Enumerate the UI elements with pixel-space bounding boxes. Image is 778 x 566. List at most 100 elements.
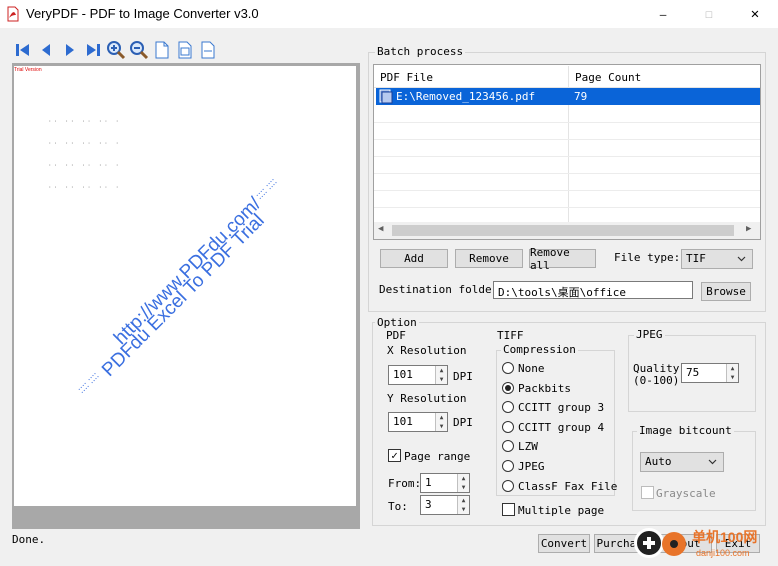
x-resolution-value: 101 — [393, 368, 413, 381]
watermark-dots: :::: :::: — [76, 370, 102, 396]
destination-folder-input[interactable]: D:\tools\桌面\office — [493, 281, 693, 299]
zoom-in-button[interactable] — [105, 39, 127, 61]
spin-down-icon[interactable]: ▼ — [436, 375, 447, 384]
batch-process-label: Batch process — [375, 45, 466, 58]
prev-page-icon — [42, 44, 50, 56]
fit-page-icon — [178, 41, 192, 59]
spin-down-icon[interactable]: ▼ — [436, 422, 447, 431]
maximize-button[interactable]: ☐ — [686, 0, 732, 28]
file-type-select[interactable]: TIF — [681, 249, 753, 269]
to-page-value: 3 — [425, 498, 432, 511]
y-dpi-label: DPI — [453, 416, 473, 429]
radio-button[interactable] — [502, 421, 514, 433]
site-logo-url: danji100.com — [696, 548, 750, 558]
spin-down-icon[interactable]: ▼ — [458, 483, 469, 492]
pdf-file-icon — [379, 89, 393, 104]
fit-page-button[interactable] — [174, 39, 196, 61]
zoom-out-icon — [130, 41, 149, 60]
scroll-left-icon[interactable]: ◀ — [378, 224, 383, 234]
maximize-icon: ☐ — [705, 6, 713, 22]
radio-jpeg[interactable]: JPEG — [502, 460, 545, 475]
spin-down-icon[interactable]: ▼ — [458, 505, 469, 514]
horizontal-scrollbar[interactable]: ◀ ▶ — [374, 222, 760, 239]
minimize-button[interactable]: — — [640, 0, 686, 28]
radio-ccitt-group4[interactable]: CCITT group 4 — [502, 421, 604, 436]
next-page-icon — [66, 44, 74, 56]
table-row[interactable]: E:\Removed_123456.pdf 79 — [376, 88, 760, 105]
prev-page-button[interactable] — [35, 39, 57, 61]
close-button[interactable]: ✕ — [732, 0, 778, 28]
remove-button[interactable]: Remove — [455, 249, 523, 268]
multiple-page-checkbox[interactable] — [502, 503, 515, 516]
watermark-dots: :::: :::: — [254, 176, 280, 202]
row-page-count: 79 — [574, 90, 588, 103]
actual-size-button[interactable] — [151, 39, 173, 61]
to-page-input[interactable]: 3 ▲ ▼ — [420, 495, 470, 515]
y-resolution-value: 101 — [393, 415, 413, 428]
jpeg-section-label: JPEG — [634, 328, 665, 341]
file-type-value: TIF — [686, 252, 706, 265]
radio-button[interactable] — [502, 480, 514, 492]
spin-up-icon[interactable]: ▲ — [436, 413, 447, 422]
x-resolution-label: X Resolution — [387, 344, 467, 357]
row-file-name: E:\Removed_123456.pdf — [396, 90, 536, 103]
tiff-section-label: TIFF — [497, 329, 524, 342]
spin-up-icon[interactable]: ▲ — [727, 364, 738, 373]
x-dpi-label: DPI — [453, 370, 473, 383]
site-logo-text: 单机100网 — [692, 529, 758, 545]
spin-up-icon[interactable]: ▲ — [458, 496, 469, 505]
preview-text-line: ·· ·· ·· ·· · — [48, 118, 121, 125]
row-gridline — [374, 122, 760, 123]
add-button[interactable]: Add — [380, 249, 448, 268]
radio-button[interactable] — [502, 362, 514, 374]
fit-width-button[interactable] — [197, 39, 219, 61]
x-resolution-input[interactable]: 101 ▲ ▼ — [388, 365, 448, 385]
row-gridline — [374, 156, 760, 157]
radio-classf-fax[interactable]: ClassF Fax File — [502, 480, 617, 495]
radio-button[interactable] — [502, 440, 514, 452]
watermark-url: http://www.PDFdu.com/ — [110, 193, 266, 349]
scroll-right-icon[interactable]: ▶ — [746, 224, 751, 234]
last-page-button[interactable] — [82, 39, 104, 61]
spin-down-icon[interactable]: ▼ — [727, 373, 738, 382]
remove-all-button[interactable]: Remove all — [529, 246, 596, 272]
column-header-pdf-file[interactable]: PDF File — [374, 66, 568, 88]
radio-button-selected[interactable] — [502, 382, 514, 394]
status-text: Done. — [12, 533, 46, 546]
row-gridline — [374, 207, 760, 208]
from-label: From: — [388, 477, 422, 490]
browse-button[interactable]: Browse — [701, 282, 751, 301]
zoom-out-button[interactable] — [128, 39, 150, 61]
first-page-button[interactable] — [12, 39, 34, 61]
radio-packbits[interactable]: Packbits — [502, 382, 571, 397]
column-gridline — [568, 88, 569, 222]
radio-none[interactable]: None — [502, 362, 545, 377]
radio-button[interactable] — [502, 401, 514, 413]
column-header-page-count[interactable]: Page Count — [568, 66, 760, 88]
y-resolution-spinner[interactable]: ▲ ▼ — [435, 413, 447, 431]
x-resolution-spinner[interactable]: ▲ ▼ — [435, 366, 447, 384]
radio-ccitt-group3[interactable]: CCITT group 3 — [502, 401, 604, 416]
quality-input[interactable]: 75 ▲ ▼ — [681, 363, 739, 383]
image-bitcount-select[interactable]: Auto — [640, 452, 724, 472]
scrollbar-thumb[interactable] — [392, 225, 734, 236]
from-page-spinner[interactable]: ▲ ▼ — [457, 474, 469, 492]
option-label: Option — [375, 316, 419, 329]
spin-up-icon[interactable]: ▲ — [436, 366, 447, 375]
multiple-page-label: Multiple page — [518, 504, 605, 517]
spin-up-icon[interactable]: ▲ — [458, 474, 469, 483]
next-page-button[interactable] — [59, 39, 81, 61]
convert-button[interactable]: Convert — [538, 534, 590, 553]
radio-lzw[interactable]: LZW — [502, 440, 538, 455]
from-page-input[interactable]: 1 ▲ ▼ — [420, 473, 470, 493]
page-range-checkbox[interactable]: ✓ — [388, 449, 401, 462]
page-range-label: Page range — [404, 450, 471, 463]
preview-text-line: ·· ·· ·· ·· · — [48, 162, 121, 169]
grayscale-checkbox[interactable] — [641, 486, 654, 499]
close-icon: ✕ — [750, 6, 760, 22]
y-resolution-input[interactable]: 101 ▲ ▼ — [388, 412, 448, 432]
window-title: VeryPDF - PDF to Image Converter v3.0 — [26, 6, 259, 21]
radio-button[interactable] — [502, 460, 514, 472]
to-page-spinner[interactable]: ▲ ▼ — [457, 496, 469, 514]
quality-spinner[interactable]: ▲ ▼ — [726, 364, 738, 382]
